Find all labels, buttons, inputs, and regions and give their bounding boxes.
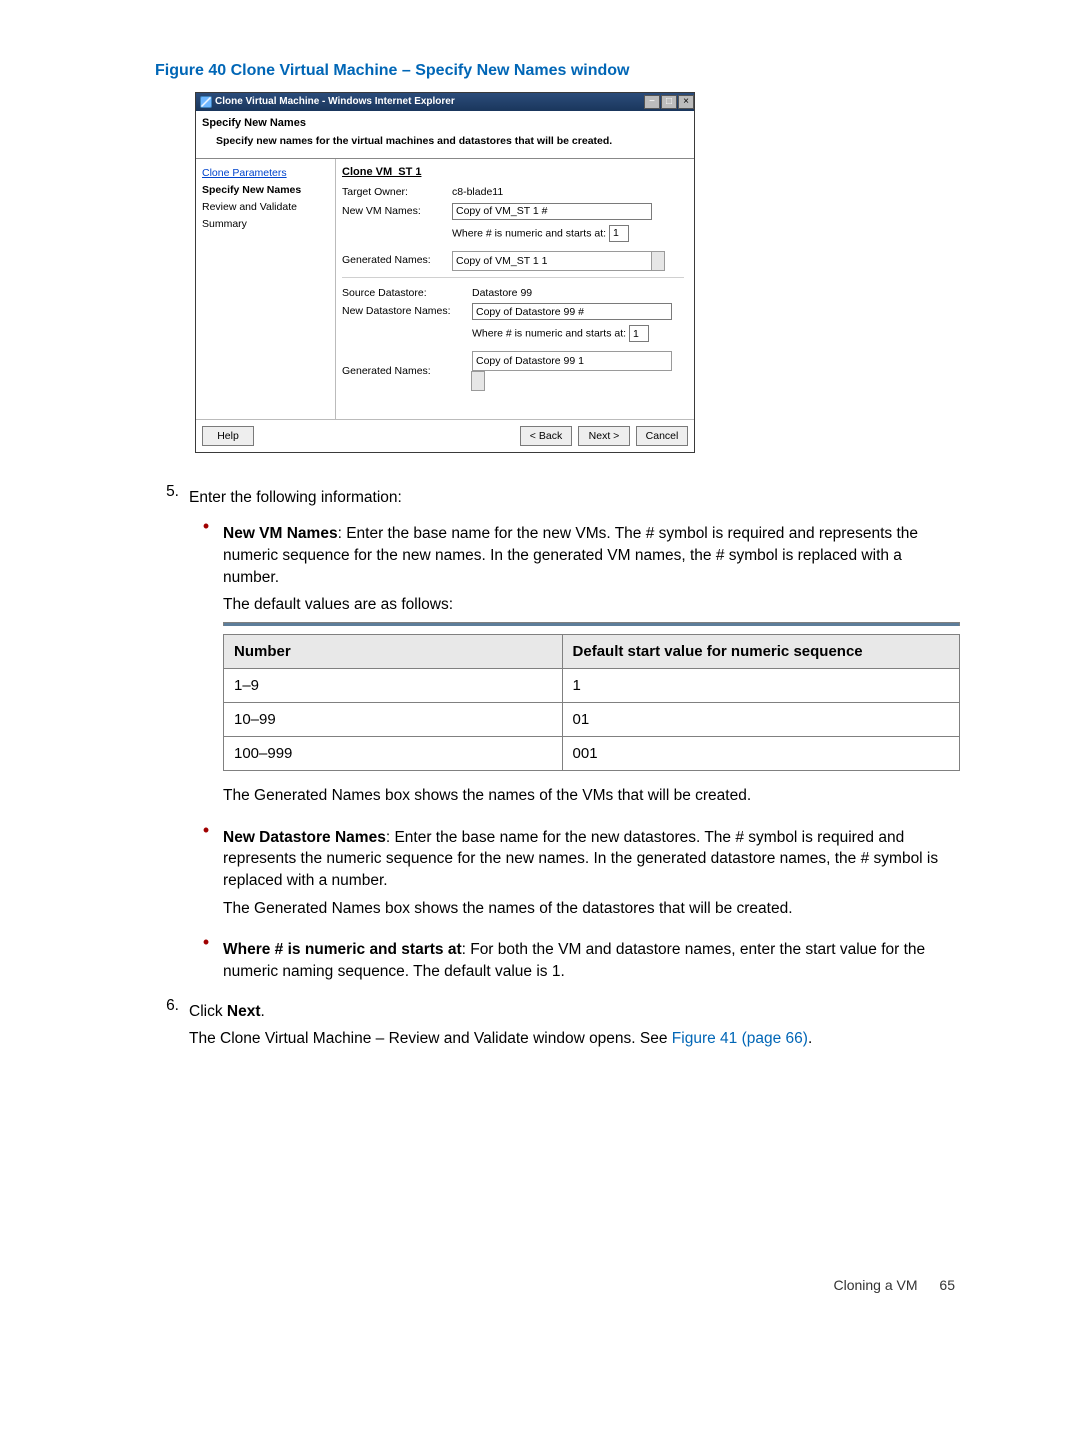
group-title: Clone VM_ST 1 [342, 165, 684, 180]
bullet-new-ds-names: New Datastore Names: Enter the base name… [223, 827, 960, 892]
ie-icon [200, 96, 212, 108]
step-review-validate: Review and Validate [202, 199, 329, 216]
link-figure-41[interactable]: Figure 41 (page 66) [672, 1030, 808, 1047]
input-new-vm-names[interactable] [452, 203, 652, 220]
scrollbar-ds-generated[interactable] [471, 371, 485, 391]
value-target-owner: c8-blade11 [452, 185, 684, 200]
table-row: 1–91 [224, 668, 960, 702]
step-clone-parameters[interactable]: Clone Parameters [202, 165, 329, 182]
bullet-icon: • [189, 517, 223, 812]
input-ds-start-num[interactable] [629, 325, 649, 342]
step5-text: Enter the following information: [189, 487, 960, 509]
box-vm-generated: Copy of VM_ST 1 1 [452, 251, 652, 271]
bullet-icon: • [189, 821, 223, 926]
box-ds-generated: Copy of Datastore 99 1 [472, 351, 672, 371]
wizard-main: Clone VM_ST 1 Target Owner: c8-blade11 N… [336, 159, 694, 419]
figure-caption: Figure 40 Clone Virtual Machine – Specif… [155, 60, 960, 82]
bullet-new-vm-names: New VM Names: Enter the base name for th… [223, 523, 960, 588]
bullet2-after: The Generated Names box shows the names … [223, 898, 960, 920]
th-default: Default start value for numeric sequence [562, 634, 959, 668]
cancel-button[interactable]: Cancel [636, 426, 688, 446]
table-row: 100–999001 [224, 736, 960, 770]
close-button[interactable]: × [678, 95, 694, 109]
label-ds-where: Where # is numeric and starts at: [472, 328, 626, 340]
page-footer: Cloning a VM 65 [155, 1276, 960, 1296]
step6-text: Click Next. [189, 1001, 960, 1023]
bullet-icon: • [189, 933, 223, 988]
titlebar: Clone Virtual Machine - Windows Internet… [196, 93, 694, 111]
label-target-owner: Target Owner: [342, 185, 452, 200]
help-button[interactable]: Help [202, 426, 254, 446]
value-source-datastore: Datastore 99 [472, 286, 684, 301]
table-row: 10–9901 [224, 702, 960, 736]
label-source-datastore: Source Datastore: [342, 286, 472, 301]
wizard-header: Specify New Names Specify new names for … [196, 111, 694, 159]
defaults-table: Number Default start value for numeric s… [223, 634, 960, 771]
bullet1-follow: The default values are as follows: [223, 594, 960, 616]
label-new-ds-names: New Datastore Names: [342, 304, 472, 319]
wizard-steps-sidebar: Clone Parameters Specify New Names Revie… [196, 159, 336, 419]
step-summary: Summary [202, 216, 329, 233]
dialog-window: Clone Virtual Machine - Windows Internet… [195, 92, 695, 453]
back-button[interactable]: < Back [520, 426, 572, 446]
label-vm-where: Where # is numeric and starts at: [452, 227, 606, 239]
footer-section: Cloning a VM [833, 1277, 917, 1293]
titlebar-text: Clone Virtual Machine - Windows Internet… [215, 95, 455, 109]
maximize-button[interactable]: □ [661, 95, 677, 109]
wizard-footer: Help < Back Next > Cancel [196, 419, 694, 452]
scrollbar-vm-generated[interactable] [651, 251, 665, 271]
minimize-button[interactable]: − [644, 95, 660, 109]
footer-page-number: 65 [921, 1277, 955, 1293]
step6-follow: The Clone Virtual Machine – Review and V… [189, 1028, 960, 1050]
step5-number: 5. [155, 481, 189, 988]
wizard-title: Specify New Names [202, 116, 688, 131]
wizard-subtitle: Specify new names for the virtual machin… [202, 132, 688, 149]
th-number: Number [224, 634, 563, 668]
next-button[interactable]: Next > [578, 426, 630, 446]
label-new-vm-names: New VM Names: [342, 204, 452, 219]
input-vm-start-num[interactable] [609, 225, 629, 242]
step-specify-new-names: Specify New Names [202, 182, 329, 199]
bullet1-after: The Generated Names box shows the names … [223, 785, 960, 807]
input-new-ds-names[interactable] [472, 303, 672, 320]
bullet-where-numeric: Where # is numeric and starts at: For bo… [223, 939, 960, 982]
label-vm-generated: Generated Names: [342, 253, 452, 268]
label-ds-generated: Generated Names: [342, 364, 472, 379]
step6-number: 6. [155, 995, 189, 1056]
